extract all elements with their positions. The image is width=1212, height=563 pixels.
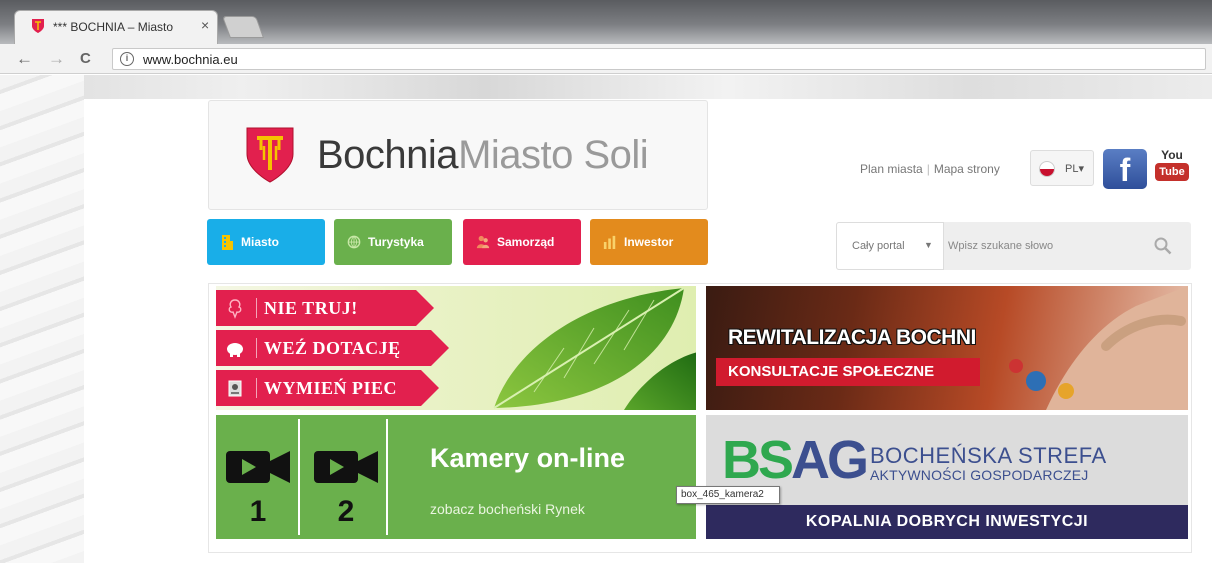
browser-toolbar: ← → C i www.bochnia.eu (0, 44, 1212, 74)
leaf-image (493, 288, 696, 410)
brand-name: BochniaMiasto Soli (317, 133, 649, 178)
bsag-logo-g: G (827, 430, 869, 490)
back-icon[interactable]: ← (16, 49, 33, 69)
info-icon[interactable]: i (120, 52, 134, 66)
divider (256, 298, 257, 318)
sitemap-link[interactable]: Mapa strony (934, 162, 1000, 176)
rewitalizacja-banner[interactable]: REWITALIZACJA BOCHNI KONSULTACJE SPOŁECZ… (706, 286, 1188, 410)
chevron-down-icon: ▼ (924, 240, 933, 250)
address-bar[interactable]: i www.bochnia.eu (112, 48, 1206, 70)
chart-icon (603, 235, 616, 249)
camera-number: 2 (337, 495, 355, 528)
bsag-logo-a: A (791, 430, 830, 490)
browser-tab[interactable]: *** BOCHNIA – Miasto Soli × (14, 10, 218, 44)
nav-inwestor-label: Inwestor (624, 235, 674, 249)
site-logo[interactable]: BochniaMiasto Soli (208, 100, 708, 210)
rewitalizacja-title: REWITALIZACJA BOCHNI (728, 326, 976, 349)
facebook-icon[interactable]: f (1103, 149, 1147, 189)
tab-title: *** BOCHNIA – Miasto Soli (53, 20, 173, 34)
video-camera-icon (226, 451, 290, 483)
background-stones (0, 75, 1212, 99)
search-scope-label: Cały portal (852, 240, 905, 252)
nav-samorzad-label: Samorząd (497, 235, 555, 249)
tab-close-icon[interactable]: × (201, 17, 209, 33)
camera-number: 1 (249, 495, 267, 528)
ecology-banner[interactable]: NIE TRUJ! WEŹ DOTACJĘ WYMIEŃ PIEC (216, 286, 696, 410)
people-icon (476, 235, 490, 249)
nav-miasto[interactable]: Miasto (207, 219, 325, 265)
camera-2-button[interactable]: 2 (304, 419, 388, 535)
youtube-tube: Tube (1155, 163, 1189, 181)
lang-code-text: PL (1065, 163, 1079, 175)
nav-turystyka-label: Turystyka (368, 235, 424, 249)
youtube-icon[interactable]: You Tube (1155, 147, 1189, 187)
divider (256, 378, 257, 398)
search-scope-select[interactable]: Cały portal ▼ (836, 222, 944, 270)
arrow-shape (421, 370, 439, 406)
cameras-subtitle: zobacz bocheński Rynek (430, 501, 585, 517)
rewitalizacja-badge: KONSULTACJE SPOŁECZNE (716, 358, 980, 386)
bsag-banner[interactable]: BSAG BOCHEŃSKA STREFA AKTYWNOŚCI GOSPODA… (706, 415, 1188, 539)
bochnia-crest-icon (246, 127, 294, 183)
eco-label: WYMIEŃ PIEC (264, 378, 398, 398)
nav-miasto-label: Miasto (241, 235, 280, 249)
cameras-banner[interactable]: 1 2 Kamery on-line zobacz bocheński Ryne… (216, 415, 696, 539)
browser-tabstrip: *** BOCHNIA – Miasto Soli × (0, 0, 1212, 44)
bsag-line1: BOCHEŃSKA STREFA (870, 443, 1107, 468)
youtube-you: You (1161, 148, 1183, 162)
bochnia-crest-icon (32, 19, 44, 33)
bsag-logo-s: S (758, 430, 794, 490)
hand-image (1009, 286, 1188, 410)
building-icon (222, 235, 233, 250)
background-stones-left (0, 75, 84, 563)
piggy-bank-icon (227, 343, 243, 357)
search-input[interactable] (948, 232, 1138, 260)
forward-icon[interactable]: → (48, 49, 65, 69)
search-box: Cały portal ▼ (836, 222, 1191, 270)
nav-turystyka[interactable]: Turystyka (334, 219, 452, 265)
globe-icon (347, 235, 361, 249)
camera-1-button[interactable]: 1 (216, 419, 300, 535)
cameras-title: Kamery on-line (430, 443, 626, 473)
new-tab-button[interactable] (221, 16, 265, 38)
eco-label: WEŹ DOTACJĘ (264, 338, 401, 358)
bsag-line2: AKTYWNOŚCI GOSPODARCZEJ (870, 467, 1089, 483)
arrow-shape (431, 330, 449, 366)
brand-sub: Miasto Soli (458, 133, 649, 177)
link-separator: | (926, 162, 930, 176)
arrow-shape (416, 290, 434, 326)
city-map-link[interactable]: Plan miasta (860, 162, 923, 176)
bsag-logo: BSAG (722, 430, 869, 490)
reload-icon[interactable]: C (80, 50, 91, 67)
eco-button-wymien-piec[interactable]: WYMIEŃ PIEC (216, 370, 439, 406)
language-code: PL▾ (1065, 162, 1084, 175)
tree-icon (228, 299, 242, 319)
eco-button-wez-dotacje[interactable]: WEŹ DOTACJĘ (216, 330, 449, 366)
bsag-bar: KOPALNIA DOBRYCH INWESTYCJI (706, 505, 1188, 539)
video-camera-icon (314, 451, 378, 483)
nav-samorzad[interactable]: Samorząd (463, 219, 581, 265)
search-icon[interactable] (1154, 237, 1172, 255)
brand-main: Bochnia (317, 133, 459, 177)
top-links: Plan miasta | Mapa strony (860, 162, 1000, 176)
nav-inwestor[interactable]: Inwestor (590, 219, 708, 265)
chevron-down-icon: ▾ (1078, 163, 1084, 175)
language-selector[interactable]: PL▾ (1030, 150, 1094, 186)
url-text[interactable]: www.bochnia.eu (143, 52, 238, 67)
poland-flag-icon (1039, 161, 1055, 177)
bsag-logo-b: B (722, 430, 761, 490)
tooltip: box_465_kamera2 (676, 486, 780, 504)
eco-label: NIE TRUJ! (264, 298, 358, 318)
eco-button-nie-truj[interactable]: NIE TRUJ! (216, 290, 434, 326)
stove-icon (228, 380, 242, 397)
divider (256, 338, 257, 358)
